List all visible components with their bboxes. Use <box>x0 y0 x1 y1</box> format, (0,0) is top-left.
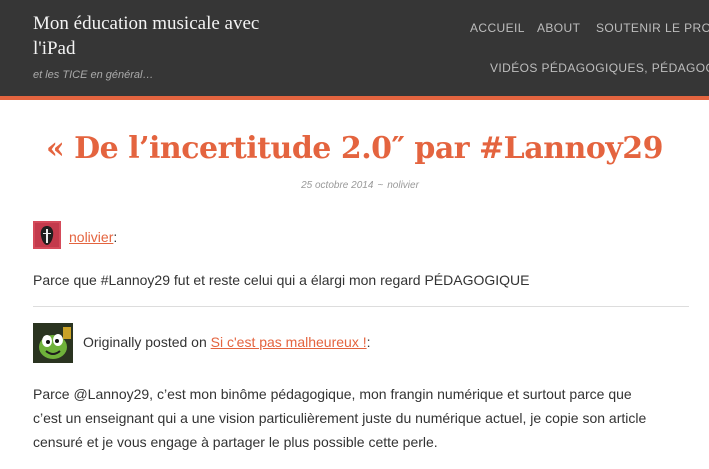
reblog-prefix: Originally posted on <box>83 334 207 350</box>
nav-soutenir[interactable]: SOUTENIR LE PROJ <box>596 21 709 35</box>
paragraph-2-line-3: censuré et je vous engage à partager le … <box>33 434 438 450</box>
post-meta: 25 octobre 2014 ~ nolivier <box>0 180 709 191</box>
paragraph-2-line-2: c’est un enseignant qui a une vision par… <box>33 410 647 426</box>
byline-colon: : <box>113 229 118 245</box>
reblog-colon: : <box>366 334 371 350</box>
paragraph-2-line-1: Parce @Lannoy29, c’est mon binôme pédago… <box>33 386 632 402</box>
source-blog-avatar-image <box>33 323 73 363</box>
main-nav: ACCUEIL ABOUT SOUTENIR LE PROJ VIDÉOS PÉ… <box>0 0 709 96</box>
post-paragraph-1: Parce que #Lannoy29 fut et reste celui q… <box>33 272 530 288</box>
post-date[interactable]: 25 octobre 2014 <box>301 180 373 191</box>
author-avatar[interactable] <box>33 221 61 249</box>
author-avatar-image <box>33 221 61 249</box>
site-header: Mon éducation musicale avec l'iPad et le… <box>0 0 709 96</box>
reblog-origin: Originally posted on Si c'est pas malheu… <box>83 334 371 350</box>
nav-accueil[interactable]: ACCUEIL <box>470 21 525 35</box>
nav-videos[interactable]: VIDÉOS PÉDAGOGIQUES, PÉDAGOGEE <box>490 61 709 75</box>
nav-about[interactable]: ABOUT <box>537 21 580 35</box>
post-author[interactable]: nolivier <box>387 180 419 191</box>
meta-separator: ~ <box>377 180 384 191</box>
header-accent-stripe <box>0 96 709 100</box>
source-blog-avatar[interactable] <box>33 323 73 363</box>
byline-author-link[interactable]: nolivier <box>69 229 113 245</box>
reblog-source-link[interactable]: Si c'est pas malheureux ! <box>211 334 367 350</box>
reblog-byline: nolivier: <box>69 229 117 245</box>
post-paragraph-2: Parce @Lannoy29, c’est mon binôme pédago… <box>33 382 703 454</box>
reblog-divider <box>33 306 689 307</box>
post-title: « De l’incertitude 2.0″ par #Lannoy29 <box>45 131 664 166</box>
